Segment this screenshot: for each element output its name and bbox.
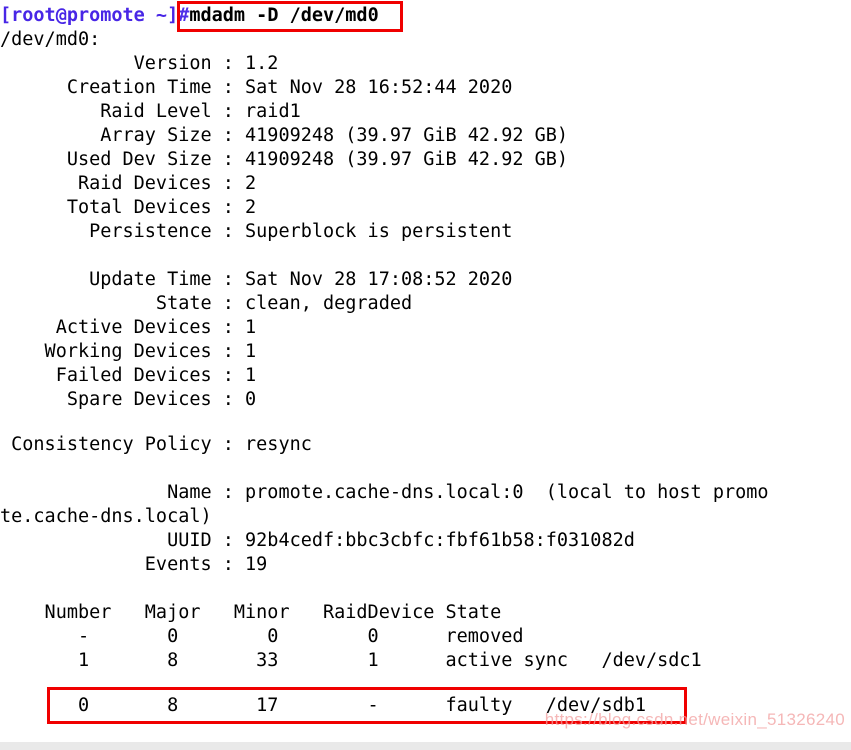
property-row-version: Version : 1.2 xyxy=(0,52,279,76)
identity-row-events: Events : 19 xyxy=(0,553,268,577)
status-line-working-devices: Working Devices : 1 xyxy=(0,341,257,362)
consistency-policy-row: Consistency Policy : resync xyxy=(0,433,312,457)
prompt-user-host: [root@promote ~] xyxy=(0,5,179,26)
status-line-update-time: Update Time : Sat Nov 28 17:08:52 2020 xyxy=(0,269,513,290)
status-row-failed-devices: Failed Devices : 1 xyxy=(0,364,257,388)
property-row-raid-devices: Raid Devices : 2 xyxy=(0,172,256,196)
property-line-creation-time: Creation Time : Sat Nov 28 16:52:44 2020 xyxy=(0,77,513,98)
property-row-persistence: Persistence : Superblock is persistent xyxy=(0,220,512,244)
property-line-raid-level: Raid Level : raid1 xyxy=(0,101,301,122)
status-line-active-devices: Active Devices : 1 xyxy=(0,317,257,338)
device-table-row-removed: - 0 0 0 removed xyxy=(0,626,524,647)
device-table-row-active-sync: 1 8 33 1 active sync /dev/sdc1 xyxy=(0,650,702,671)
property-row-raid-level: Raid Level : raid1 xyxy=(0,100,301,124)
identity-line-uuid: UUID : 92b4cedf:bbc3cbfc:fbf61b58:f03108… xyxy=(0,530,635,551)
property-row-creation-time: Creation Time : Sat Nov 28 16:52:44 2020 xyxy=(0,76,513,100)
status-row-working-devices: Working Devices : 1 xyxy=(0,340,257,364)
status-row-state: State : clean, degraded xyxy=(0,292,412,316)
status-row-spare-devices: Spare Devices : 0 xyxy=(0,388,256,412)
property-line-used-dev-size: Used Dev Size : 41909248 (39.97 GiB 42.9… xyxy=(0,149,569,170)
terminal-output: [root@promote ~]#mdadm -D /dev/md0 /dev/… xyxy=(0,0,851,742)
status-row-update-time: Update Time : Sat Nov 28 17:08:52 2020 xyxy=(0,268,512,292)
device-header: /dev/md0: xyxy=(0,29,101,50)
command-prompt-line: [root@promote ~]#mdadm -D /dev/md0 xyxy=(0,4,379,28)
bottom-edge-bar xyxy=(0,742,851,750)
property-line-version: Version : 1.2 xyxy=(0,53,279,74)
identity-line-name: Name : promote.cache-dns.local:0 (local … xyxy=(0,482,769,503)
device-table-header: Number Major Minor RaidDevice State xyxy=(0,602,502,623)
status-line-failed-devices: Failed Devices : 1 xyxy=(0,365,257,386)
identity-row-name: Name : promote.cache-dns.local:0 (local … xyxy=(0,481,769,505)
prompt-hash-symbol: # xyxy=(178,5,190,26)
status-row-active-devices: Active Devices : 1 xyxy=(0,316,257,340)
property-line-total-devices: Total Devices : 2 xyxy=(0,197,257,218)
status-line-spare-devices: Spare Devices : 0 xyxy=(0,389,257,410)
property-row-array-size: Array Size : 41909248 (39.97 GiB 42.92 G… xyxy=(0,124,568,148)
identity-line-name-wrap: te.cache-dns.local) xyxy=(0,506,212,527)
csdn-watermark: https://blog.csdn.net/weixin_51326240 xyxy=(544,710,845,729)
property-line-array-size: Array Size : 41909248 (39.97 GiB 42.92 G… xyxy=(0,125,569,146)
typed-command: mdadm -D /dev/md0 xyxy=(189,5,379,26)
consistency-policy-line: Consistency Policy : resync xyxy=(0,434,312,455)
status-line-state: State : clean, degraded xyxy=(0,293,413,314)
property-line-persistence: Persistence : Superblock is persistent xyxy=(0,221,513,242)
property-row-total-devices: Total Devices : 2 xyxy=(0,196,256,220)
property-row-used-dev-size: Used Dev Size : 41909248 (39.97 GiB 42.9… xyxy=(0,148,568,172)
identity-line-events: Events : 19 xyxy=(0,554,268,575)
property-line-raid-devices: Raid Devices : 2 xyxy=(0,173,257,194)
identity-row-uuid: UUID : 92b4cedf:bbc3cbfc:fbf61b58:f03108… xyxy=(0,529,635,553)
identity-row-name-wrap: te.cache-dns.local) xyxy=(0,505,212,529)
